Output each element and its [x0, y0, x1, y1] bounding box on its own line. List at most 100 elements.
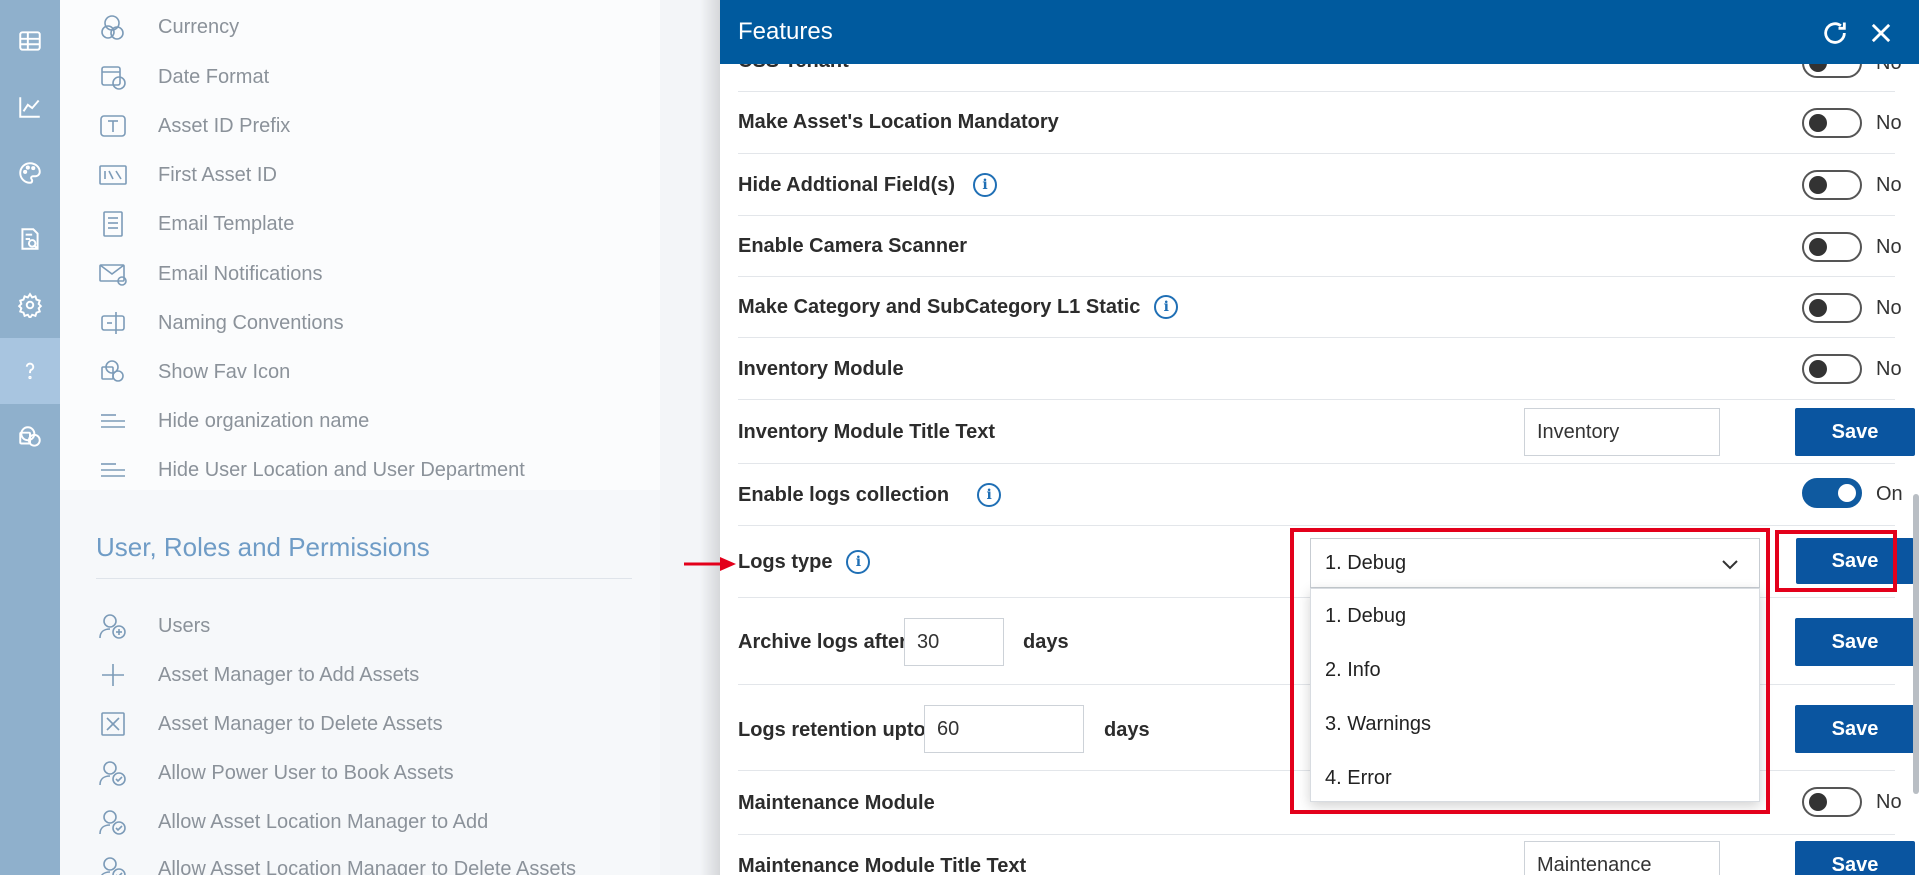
- camera-scanner-toggle[interactable]: [1802, 232, 1862, 262]
- panel-scrollbar[interactable]: [1913, 494, 1919, 794]
- archive-logs-input[interactable]: 30: [904, 618, 1004, 666]
- info-icon[interactable]: i: [973, 173, 998, 197]
- inventory-module-toggle[interactable]: [1802, 354, 1862, 384]
- document-list-icon: [96, 209, 130, 239]
- feature-row-inventory-module: Inventory Module No: [738, 338, 1902, 400]
- lines-icon: [96, 455, 130, 485]
- feature-label: Inventory Module Title Text: [738, 421, 996, 443]
- settings-item-label: Asset ID Prefix: [158, 114, 291, 137]
- settings-item-email-notifications[interactable]: Email Notifications: [96, 259, 323, 289]
- settings-item-location-manager-delete[interactable]: Allow Asset Location Manager to Delete A…: [96, 854, 576, 875]
- info-icon[interactable]: i: [1154, 295, 1179, 319]
- palette-icon[interactable]: [0, 140, 60, 206]
- currency-icon: [96, 12, 130, 42]
- delete-box-icon: [96, 709, 130, 739]
- rename-icon: [96, 308, 130, 338]
- user-check-icon: [96, 807, 130, 837]
- toggle-state: No: [1876, 174, 1902, 196]
- feature-row-camera-scanner: Enable Camera Scanner No: [738, 216, 1902, 277]
- settings-item-first-asset-id[interactable]: First Asset ID: [96, 160, 277, 190]
- settings-item-label: Show Fav Icon: [158, 360, 291, 383]
- user-check-icon: [96, 758, 130, 788]
- feature-label: Archive logs after: [738, 631, 907, 653]
- feature-label-text: Hide Addtional Field(s): [738, 173, 956, 196]
- settings-item-asset-id-prefix[interactable]: Asset ID Prefix: [96, 111, 290, 141]
- feature-label: Enable logs collection i: [738, 483, 1002, 507]
- settings-item-power-user-book[interactable]: Allow Power User to Book Assets: [96, 758, 454, 788]
- feature-label: Make Asset's Location Mandatory: [738, 111, 1059, 133]
- feature-row-logs-collection: Enable logs collection i On: [738, 464, 1903, 526]
- report-search-icon[interactable]: [0, 206, 60, 272]
- user-add-icon: [96, 611, 130, 641]
- settings-item-email-template[interactable]: Email Template: [96, 209, 294, 239]
- sharepoint-icon[interactable]: [0, 404, 60, 470]
- icon-rail: [0, 0, 60, 875]
- settings-item-label: Asset Manager to Delete Assets: [158, 712, 443, 735]
- help-icon[interactable]: [0, 338, 60, 404]
- mail-settings-icon: [96, 259, 130, 289]
- maintenance-title-input[interactable]: Maintenance: [1524, 841, 1720, 875]
- archive-logs-unit: days: [1023, 631, 1069, 653]
- settings-item-label: Users: [158, 614, 211, 637]
- chart-line-icon[interactable]: [0, 74, 60, 140]
- maintenance-title-save-button[interactable]: Save: [1795, 841, 1915, 875]
- refresh-icon[interactable]: [1820, 18, 1850, 48]
- logs-retention-unit: days: [1104, 719, 1150, 741]
- info-icon[interactable]: i: [977, 483, 1002, 507]
- settings-item-date-format[interactable]: Date Format: [96, 62, 269, 92]
- calendar-clock-icon: [96, 62, 130, 92]
- settings-item-label: Naming Conventions: [158, 311, 344, 334]
- settings-item-label: Date Format: [158, 65, 270, 88]
- feature-row-inventory-title: Inventory Module Title Text Inventory Sa…: [738, 400, 1915, 464]
- logs-retention-input[interactable]: 60: [924, 705, 1084, 753]
- settings-item-hide-organization-name[interactable]: Hide organization name: [96, 406, 369, 436]
- toggle-state: No: [1876, 791, 1902, 813]
- settings-item-label: Hide User Location and User Department: [158, 458, 525, 481]
- toggle-state: No: [1876, 297, 1902, 319]
- toggle-state: No: [1876, 236, 1902, 258]
- feature-label: Logs retention upto: [738, 719, 926, 741]
- close-icon[interactable]: [1866, 18, 1896, 48]
- panel-title: Features: [738, 18, 833, 45]
- table-icon[interactable]: [0, 8, 60, 74]
- feature-label-text: Logs type: [738, 550, 833, 573]
- settings-item-label: First Asset ID: [158, 163, 277, 186]
- feature-label: Maintenance Module: [738, 792, 935, 814]
- highlight-box-dropdown: [1290, 528, 1770, 814]
- feature-label: Enable Camera Scanner: [738, 235, 967, 257]
- feature-label-text: Make Category and SubCategory L1 Static: [738, 295, 1141, 318]
- settings-item-show-fav-icon[interactable]: Show Fav Icon: [96, 357, 290, 387]
- settings-item-label: Email Template: [158, 212, 295, 235]
- settings-item-label: Allow Asset Location Manager to Add: [158, 810, 489, 833]
- settings-item-label: Email Notifications: [158, 262, 323, 285]
- settings-item-currency[interactable]: Currency: [96, 12, 239, 42]
- category-static-toggle[interactable]: [1802, 293, 1862, 323]
- sharepoint-icon: [96, 357, 130, 387]
- info-icon[interactable]: i: [846, 550, 871, 574]
- settings-item-naming-conventions[interactable]: Naming Conventions: [96, 308, 344, 338]
- settings-item-delete-assets[interactable]: Asset Manager to Delete Assets: [96, 709, 443, 739]
- inventory-title-input[interactable]: Inventory: [1524, 408, 1720, 456]
- settings-item-label: Asset Manager to Add Assets: [158, 663, 420, 686]
- feature-label: Logs type i: [738, 550, 871, 574]
- settings-item-hide-user-location[interactable]: Hide User Location and User Department: [96, 455, 525, 485]
- section-title: User, Roles and Permissions: [96, 532, 430, 562]
- feature-label: Hide Addtional Field(s) i: [738, 173, 998, 197]
- panel-header: Features: [720, 0, 1919, 64]
- settings-item-label: Allow Asset Location Manager to Delete A…: [158, 857, 577, 875]
- hide-additional-toggle[interactable]: [1802, 170, 1862, 200]
- settings-item-label: Currency: [158, 15, 240, 38]
- gear-icon[interactable]: [0, 272, 60, 338]
- logs-retention-save-button[interactable]: Save: [1795, 705, 1915, 753]
- settings-item-add-assets[interactable]: Asset Manager to Add Assets: [96, 660, 419, 690]
- highlight-box-save: [1775, 530, 1897, 592]
- maintenance-module-toggle[interactable]: [1802, 787, 1862, 817]
- location-mandatory-toggle[interactable]: [1802, 108, 1862, 138]
- inventory-title-save-button[interactable]: Save: [1795, 408, 1915, 456]
- logs-collection-toggle[interactable]: [1802, 478, 1862, 508]
- settings-item-location-manager-add[interactable]: Allow Asset Location Manager to Add: [96, 807, 488, 837]
- user-check-icon: [96, 854, 130, 875]
- settings-item-users[interactable]: Users: [96, 611, 210, 641]
- archive-logs-save-button[interactable]: Save: [1795, 618, 1915, 666]
- feature-label: Inventory Module: [738, 358, 904, 380]
